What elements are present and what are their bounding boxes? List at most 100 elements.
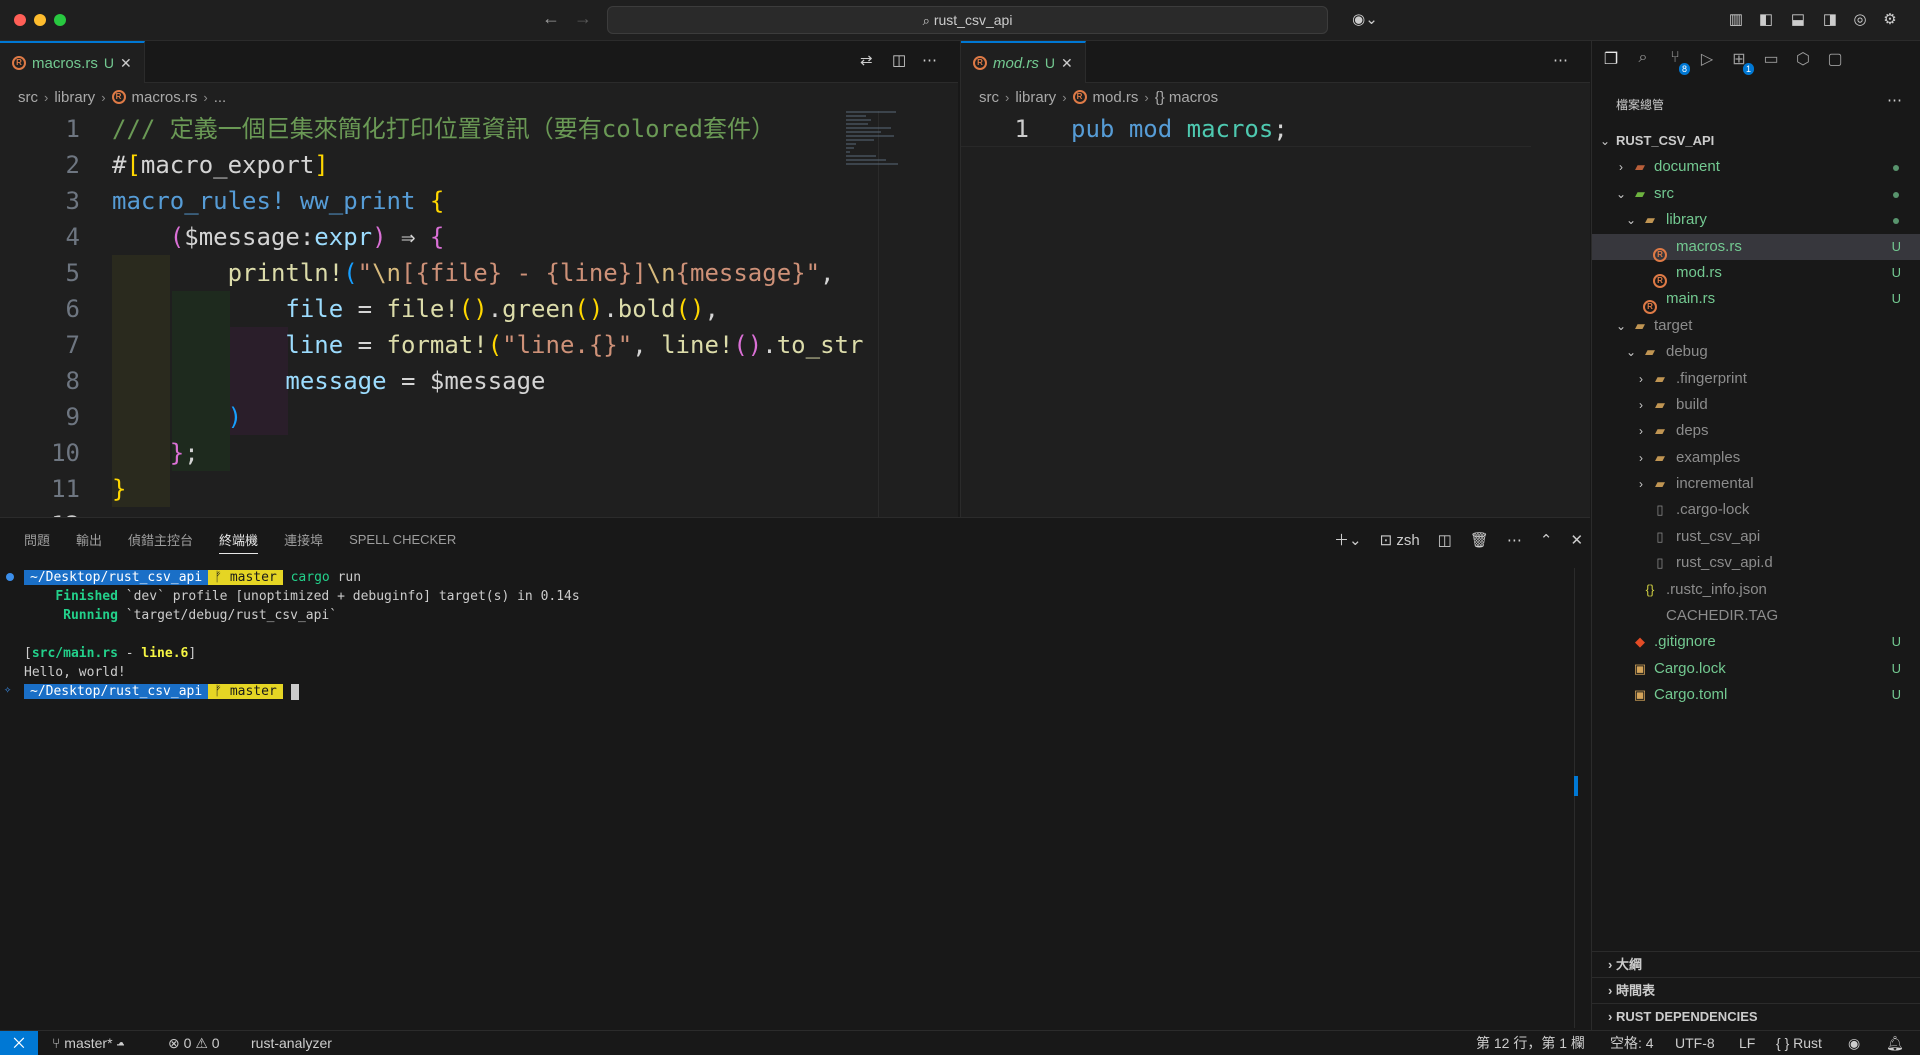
close-window-button[interactable] xyxy=(14,14,26,26)
tree-root[interactable]: ⌄ RUST_CSV_API xyxy=(1592,128,1920,154)
outline-section[interactable]: › 大綱 xyxy=(1592,951,1920,977)
tree-item-folder[interactable]: › ▰ build xyxy=(1592,392,1920,418)
minimap[interactable] xyxy=(846,111,906,231)
tree-item-file[interactable]: Rmain.rs U xyxy=(1592,286,1920,315)
line-number: 3 xyxy=(65,187,80,215)
maximize-panel-icon[interactable]: ⌃ xyxy=(1540,531,1553,549)
toggle-primary-sidebar-icon[interactable]: ◧ xyxy=(1756,10,1776,30)
breadcrumb-item[interactable]: src xyxy=(979,89,999,106)
copilot-icon[interactable]: ◉⌄ xyxy=(1350,10,1380,30)
tree-item-file[interactable]: ◆ .gitignore U xyxy=(1592,629,1920,655)
timeline-section[interactable]: › 時間表 xyxy=(1592,977,1920,1003)
code-editor[interactable]: 1/// 定義一個巨集來簡化打印位置資訊（要有colored套件） 2 #[mac… xyxy=(0,111,958,517)
open-changes-icon[interactable]: ⇄ xyxy=(860,51,873,69)
tree-item-folder[interactable]: › ▰ deps xyxy=(1592,418,1920,444)
split-editor-icon[interactable]: ◫ xyxy=(892,51,906,69)
copilot-status-icon[interactable]: ◉ xyxy=(1848,1031,1860,1055)
end-of-line[interactable]: LF xyxy=(1739,1031,1755,1055)
search-icon: ⌕ xyxy=(922,13,930,28)
tree-item-file[interactable]: Rmod.rs U xyxy=(1592,260,1920,288)
terminal-shell-selector[interactable]: ⊡ zsh xyxy=(1380,531,1420,549)
tree-item-folder[interactable]: ⌄ ▰ src xyxy=(1592,181,1920,207)
tree-item-folder[interactable]: › ▰ incremental xyxy=(1592,471,1920,497)
tree-item-file[interactable]: {} .rustc_info.json xyxy=(1592,577,1920,603)
tree-item-file[interactable]: ▣ Cargo.toml U xyxy=(1592,682,1920,708)
activity-bar: ❐ ⌕ ⑂ 8 ▷ ⊞ 1 ▭ ⬡ ▢ xyxy=(1602,49,1844,75)
bottom-panel: 問題 輸出 偵錯主控台 終端機 連接埠 SPELL CHECKER ＋⌄ ⊡ z… xyxy=(0,517,1590,1030)
maximize-window-button[interactable] xyxy=(54,14,66,26)
minimize-window-button[interactable] xyxy=(34,14,46,26)
run-debug-icon[interactable]: ▷ xyxy=(1698,49,1716,69)
more-actions-icon[interactable]: ⋯ xyxy=(1887,91,1902,109)
git-status-badge: U xyxy=(1044,55,1055,71)
explorer-icon[interactable]: ❐ xyxy=(1602,49,1620,69)
tab-spell-checker[interactable]: SPELL CHECKER xyxy=(349,532,456,547)
problems-indicator[interactable]: ⊗ 0 ⚠ 0 xyxy=(168,1031,220,1055)
tab-terminal[interactable]: 終端機 xyxy=(219,530,259,554)
tree-item-folder[interactable]: › ▰ document xyxy=(1592,154,1920,180)
tree-item-folder[interactable]: › ▰ .fingerprint xyxy=(1592,366,1920,392)
breadcrumb-item[interactable]: src xyxy=(18,89,38,106)
encoding[interactable]: UTF-8 xyxy=(1675,1031,1715,1055)
rust-analyzer-status[interactable]: rust-analyzer xyxy=(251,1031,332,1055)
tree-item-file[interactable]: Rmacros.rs U xyxy=(1592,233,1920,262)
trash-icon[interactable]: 🗑 xyxy=(1470,531,1489,549)
running-text: `target/debug/rust_csv_api` xyxy=(117,608,338,623)
tree-item-folder[interactable]: ⌄ ▰ debug xyxy=(1592,339,1920,365)
toggle-secondary-sidebar-icon[interactable]: ◨ xyxy=(1820,10,1840,30)
tree-item-file[interactable]: ▯ .cargo-lock xyxy=(1592,497,1920,523)
language-mode[interactable]: { } Rust xyxy=(1776,1031,1822,1055)
more-actions-icon[interactable]: ⋯ xyxy=(1553,51,1568,69)
folder-icon: ▰ xyxy=(1655,476,1665,492)
tab-mod-rs[interactable]: R mod.rs U ✕ xyxy=(961,41,1086,83)
close-icon[interactable]: ✕ xyxy=(1061,55,1073,72)
sparkle-icon[interactable]: ✧ xyxy=(4,680,12,696)
terminal-output[interactable]: ~/Desktop/rust_csv_api ᚠ master cargo run… xyxy=(4,568,580,701)
toggle-panel-icon[interactable]: ⬓ xyxy=(1788,10,1808,30)
tree-item-file[interactable]: ▣ Cargo.lock U xyxy=(1592,656,1920,682)
cursor-position[interactable]: 第 12 行，第 1 欄 xyxy=(1476,1031,1585,1055)
tree-item-file[interactable]: ▯ rust_csv_api xyxy=(1592,524,1920,550)
tab-problems[interactable]: 問題 xyxy=(24,530,50,549)
tab-ports[interactable]: 連接埠 xyxy=(284,530,323,549)
tree-item-folder[interactable]: › ▰ examples xyxy=(1592,445,1920,471)
close-panel-icon[interactable]: ✕ xyxy=(1570,531,1583,549)
code-editor[interactable]: 1 pub mod macros; xyxy=(961,111,1590,517)
new-terminal-icon[interactable]: ＋⌄ xyxy=(1334,529,1362,550)
tab-debug-console[interactable]: 偵錯主控台 xyxy=(128,530,193,549)
breadcrumb-item[interactable]: macros.rs xyxy=(132,89,198,106)
containers-icon[interactable]: ⬡ xyxy=(1794,49,1812,69)
chat-icon[interactable]: ▢ xyxy=(1826,49,1844,69)
extensions-icon[interactable]: ⊞ 1 xyxy=(1730,49,1754,75)
tree-item-folder[interactable]: ⌄ ▰ target xyxy=(1592,313,1920,339)
close-icon[interactable]: ✕ xyxy=(120,55,132,72)
back-arrow-icon[interactable]: ← xyxy=(542,8,560,29)
split-terminal-icon[interactable]: ◫ xyxy=(1438,531,1452,549)
more-actions-icon[interactable]: ⋯ xyxy=(922,51,937,69)
tab-macros-rs[interactable]: R macros.rs U ✕ xyxy=(0,41,145,83)
tree-item-file[interactable]: CACHEDIR.TAG xyxy=(1592,603,1920,629)
source-control-icon[interactable]: ⑂ 8 xyxy=(1666,49,1690,75)
remote-indicator-icon[interactable]: ⨉ xyxy=(0,1031,38,1055)
indentation[interactable]: 空格: 4 xyxy=(1610,1031,1654,1055)
breadcrumb-item[interactable]: library xyxy=(1015,89,1056,106)
tab-output[interactable]: 輸出 xyxy=(76,530,102,549)
notifications-bell-icon[interactable]: 🔔︎ xyxy=(1886,1031,1904,1055)
settings-gear-icon[interactable]: ⚙ xyxy=(1880,10,1900,30)
breadcrumb-item[interactable]: library xyxy=(54,89,95,106)
branch-indicator[interactable]: ⑂ master* ☁ xyxy=(52,1031,125,1055)
tree-item-file[interactable]: ▯ rust_csv_api.d xyxy=(1592,550,1920,576)
tree-item-folder[interactable]: ⌄ ▰ library xyxy=(1592,207,1920,233)
search-icon[interactable]: ⌕ xyxy=(1634,49,1652,69)
forward-arrow-icon[interactable]: → xyxy=(574,8,592,29)
account-icon[interactable]: ◎ xyxy=(1850,10,1870,30)
breadcrumb-item[interactable]: ... xyxy=(214,89,227,106)
customize-layout-icon[interactable]: ▥ xyxy=(1726,10,1746,30)
more-actions-icon[interactable]: ⋯ xyxy=(1507,531,1522,549)
breadcrumb-item[interactable]: mod.rs xyxy=(1093,89,1139,106)
breadcrumb-item[interactable]: {} macros xyxy=(1155,89,1218,106)
remote-explorer-icon[interactable]: ▭ xyxy=(1762,49,1780,69)
git-status-badge: U xyxy=(1891,687,1901,703)
command-center-search[interactable]: ⌕ rust_csv_api xyxy=(607,6,1328,34)
rust-dependencies-section[interactable]: › RUST DEPENDENCIES xyxy=(1592,1003,1920,1029)
